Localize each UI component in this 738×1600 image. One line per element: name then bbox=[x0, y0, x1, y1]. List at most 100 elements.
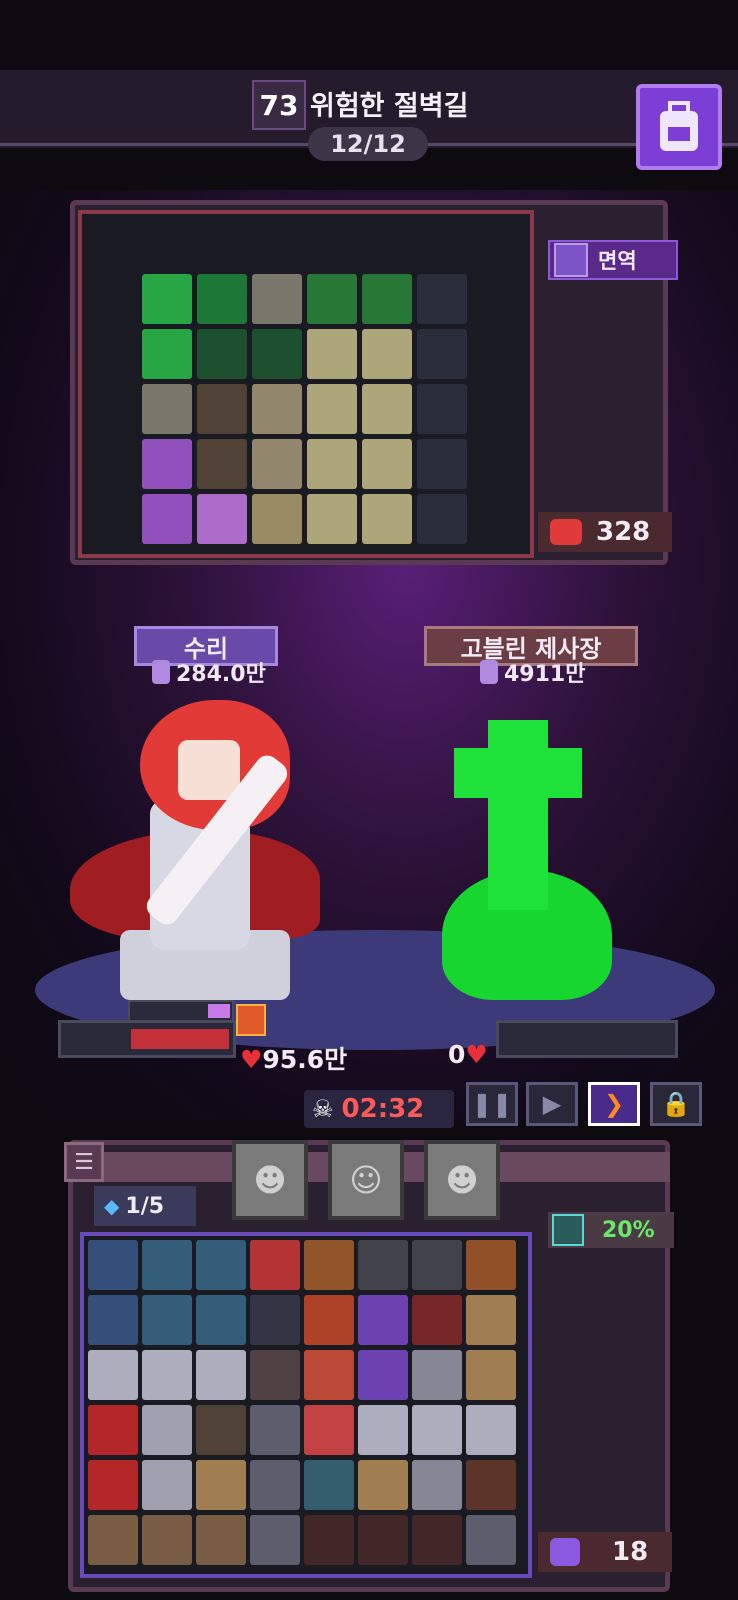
fast-forward-button[interactable]: ❯ bbox=[588, 1082, 640, 1126]
player-item-slot[interactable] bbox=[466, 1460, 516, 1510]
enemy-item-slot bbox=[197, 494, 247, 544]
menu-button[interactable]: ☰ bbox=[64, 1142, 104, 1182]
gem-counter: ◆ 1 /5 bbox=[94, 1186, 196, 1226]
enemy-item-slot bbox=[252, 384, 302, 434]
player-item-slot[interactable] bbox=[304, 1515, 354, 1565]
player-item-slot[interactable] bbox=[358, 1240, 408, 1290]
pause-icon: ❚❚ bbox=[471, 1090, 513, 1118]
chevron-right-icon: ❯ bbox=[603, 1090, 625, 1118]
menu-icon: ☰ bbox=[74, 1149, 94, 1175]
enemy-item-slot bbox=[252, 439, 302, 489]
immune-tag: 면역 bbox=[548, 240, 678, 280]
enemy-item-slot bbox=[307, 384, 357, 434]
enemy-item-slot bbox=[362, 494, 412, 544]
player-item-slot[interactable] bbox=[466, 1515, 516, 1565]
sword-icon bbox=[480, 660, 498, 684]
enemy-item-slot bbox=[362, 439, 412, 489]
player-item-slot[interactable] bbox=[304, 1405, 354, 1455]
enemy-item-slot bbox=[307, 439, 357, 489]
stage-title: 위험한 절벽길 bbox=[310, 91, 469, 122]
player-item-slot[interactable] bbox=[412, 1240, 462, 1290]
enemy-item-slot bbox=[142, 329, 192, 379]
enemy-item-slot bbox=[362, 384, 412, 434]
pause-button[interactable]: ❚❚ bbox=[466, 1082, 518, 1126]
player-item-slot[interactable] bbox=[250, 1460, 300, 1510]
player-item-slot[interactable] bbox=[88, 1295, 138, 1345]
player-item-slot[interactable] bbox=[250, 1515, 300, 1565]
enemy-threat-tag: 328 bbox=[538, 512, 672, 552]
crit-rate-tag: 20% bbox=[548, 1212, 674, 1248]
battle-timer: ☠ 02:32 bbox=[304, 1090, 454, 1128]
enemy-item-slot bbox=[417, 494, 467, 544]
player-item-slot[interactable] bbox=[142, 1460, 192, 1510]
player-item-slot[interactable] bbox=[88, 1350, 138, 1400]
enemy-item-slot bbox=[142, 494, 192, 544]
ally-portrait-2[interactable]: ☺ bbox=[328, 1140, 404, 1220]
player-item-slot[interactable] bbox=[304, 1240, 354, 1290]
player-item-slot[interactable] bbox=[412, 1405, 462, 1455]
enemy-cross-arm bbox=[454, 748, 582, 798]
player-item-slot[interactable] bbox=[466, 1295, 516, 1345]
enemy-item-slot bbox=[197, 384, 247, 434]
player-item-slot[interactable] bbox=[142, 1240, 192, 1290]
player-item-slot[interactable] bbox=[88, 1405, 138, 1455]
slot-count-tag: 18 bbox=[538, 1532, 672, 1572]
ally-portrait-1[interactable]: ☻ bbox=[232, 1140, 308, 1220]
enemy-item-slot bbox=[142, 439, 192, 489]
enemy-item-slot bbox=[307, 494, 357, 544]
gem-prefix: 1 bbox=[125, 1193, 141, 1219]
player-item-slot[interactable] bbox=[358, 1350, 408, 1400]
player-item-slot[interactable] bbox=[196, 1295, 246, 1345]
player-item-slot[interactable] bbox=[358, 1405, 408, 1455]
player-item-slot[interactable] bbox=[142, 1350, 192, 1400]
backpack-icon bbox=[660, 101, 698, 151]
player-item-slot[interactable] bbox=[412, 1350, 462, 1400]
player-item-slot[interactable] bbox=[412, 1295, 462, 1345]
player-item-slot[interactable] bbox=[88, 1515, 138, 1565]
threat-icon bbox=[550, 519, 582, 545]
player-item-slot[interactable] bbox=[196, 1515, 246, 1565]
player-item-slot[interactable] bbox=[358, 1460, 408, 1510]
crit-icon bbox=[552, 1214, 584, 1246]
enemy-item-slot bbox=[362, 274, 412, 324]
player-item-slot[interactable] bbox=[412, 1515, 462, 1565]
enemy-item-slot bbox=[252, 329, 302, 379]
player-item-slot[interactable] bbox=[250, 1350, 300, 1400]
hero-power: 284.0만 bbox=[152, 656, 266, 688]
skull-icon: ☠ bbox=[312, 1095, 334, 1123]
player-item-slot[interactable] bbox=[466, 1405, 516, 1455]
player-item-slot[interactable] bbox=[250, 1240, 300, 1290]
player-item-slot[interactable] bbox=[196, 1240, 246, 1290]
player-item-slot[interactable] bbox=[250, 1295, 300, 1345]
player-item-slot[interactable] bbox=[412, 1460, 462, 1510]
player-item-slot[interactable] bbox=[142, 1405, 192, 1455]
player-item-slot[interactable] bbox=[142, 1515, 192, 1565]
player-item-slot[interactable] bbox=[196, 1460, 246, 1510]
player-item-slot[interactable] bbox=[250, 1405, 300, 1455]
enemy-item-slot bbox=[417, 439, 467, 489]
slot-icon bbox=[550, 1538, 580, 1566]
immune-label: 면역 bbox=[598, 249, 637, 273]
ally-portrait-3[interactable]: ☻ bbox=[424, 1140, 500, 1220]
enemy-hp-bar bbox=[496, 1020, 678, 1058]
enemy-power-value: 4911만 bbox=[504, 662, 586, 687]
player-item-slot[interactable] bbox=[304, 1460, 354, 1510]
player-item-slot[interactable] bbox=[304, 1350, 354, 1400]
portrait-icon: ☻ bbox=[253, 1161, 287, 1199]
enemy-item-slot bbox=[252, 494, 302, 544]
lock-button[interactable]: 🔒 bbox=[650, 1082, 702, 1126]
player-item-slot[interactable] bbox=[196, 1350, 246, 1400]
player-item-slot[interactable] bbox=[142, 1295, 192, 1345]
player-item-slot[interactable] bbox=[88, 1240, 138, 1290]
enemy-item-slot bbox=[417, 329, 467, 379]
enemy-item-slot bbox=[417, 384, 467, 434]
player-item-slot[interactable] bbox=[466, 1240, 516, 1290]
player-item-slot[interactable] bbox=[88, 1460, 138, 1510]
player-item-slot[interactable] bbox=[466, 1350, 516, 1400]
player-item-slot[interactable] bbox=[358, 1515, 408, 1565]
backpack-button[interactable] bbox=[636, 84, 722, 170]
play-button[interactable]: ▶ bbox=[526, 1082, 578, 1126]
player-item-slot[interactable] bbox=[196, 1405, 246, 1455]
player-item-slot[interactable] bbox=[304, 1295, 354, 1345]
player-item-slot[interactable] bbox=[358, 1295, 408, 1345]
